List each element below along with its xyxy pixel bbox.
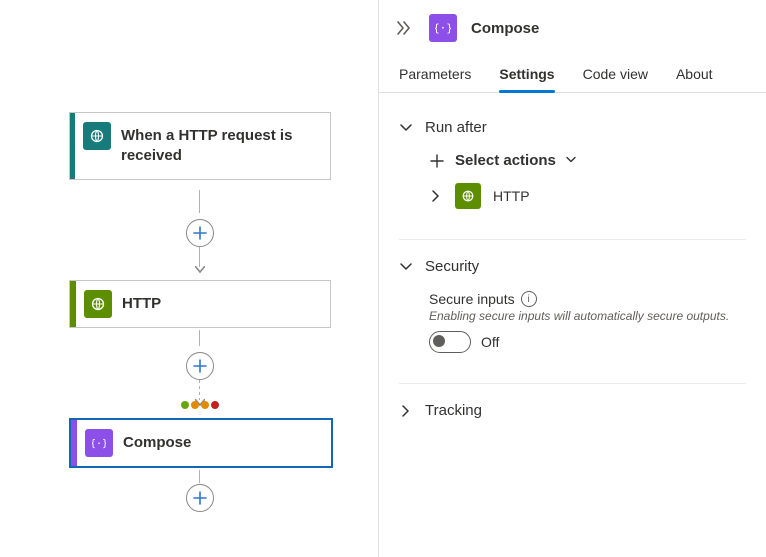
section-heading: Security [425, 258, 479, 275]
node-label: HTTP [122, 281, 173, 327]
secure-inputs-hint: Enabling secure inputs will automaticall… [429, 309, 746, 323]
node-http[interactable]: HTTP [69, 280, 331, 328]
secure-inputs-label: Secure inputs [429, 291, 515, 307]
chevron-down-icon [399, 121, 413, 135]
secure-inputs-toggle[interactable] [429, 331, 471, 353]
tab-code-view[interactable]: Code view [583, 60, 648, 92]
panel-title: Compose [471, 20, 539, 37]
add-step-button-3[interactable] [186, 484, 214, 512]
section-tracking-toggle[interactable]: Tracking [399, 402, 746, 419]
svg-text:{·}: {·} [92, 439, 106, 450]
node-label: Compose [123, 420, 203, 466]
run-after-status-dots [181, 401, 219, 409]
action-settings-panel: {·} Compose Parameters Settings Code vie… [378, 0, 766, 557]
panel-tabs: Parameters Settings Code view About [379, 60, 766, 93]
add-step-button-1[interactable] [186, 219, 214, 247]
section-heading: Tracking [425, 402, 482, 419]
add-step-button-2[interactable] [186, 352, 214, 380]
run-after-action-label: HTTP [493, 188, 530, 204]
tab-settings[interactable]: Settings [499, 60, 554, 92]
chevron-right-icon [429, 189, 443, 203]
collapse-panel-button[interactable] [393, 17, 415, 39]
run-after-action-row[interactable]: HTTP [429, 183, 746, 209]
tab-about[interactable]: About [676, 60, 713, 92]
compose-icon: {·} [429, 14, 457, 42]
workflow-canvas[interactable]: When a HTTP request is received HTTP {·}… [0, 0, 378, 557]
info-icon[interactable]: i [521, 291, 537, 307]
section-run-after-toggle[interactable]: Run after [399, 119, 746, 136]
select-actions-button[interactable]: Select actions [429, 150, 746, 183]
plus-icon [429, 153, 445, 169]
chevron-down-icon [566, 152, 576, 169]
section-heading: Run after [425, 119, 487, 136]
node-compose[interactable]: {·} Compose [69, 418, 333, 468]
tab-parameters[interactable]: Parameters [399, 60, 471, 92]
section-security-toggle[interactable]: Security [399, 258, 746, 275]
compose-icon: {·} [85, 429, 113, 457]
chevron-down-icon [399, 260, 413, 274]
svg-text:{·}: {·} [435, 22, 451, 35]
node-label: When a HTTP request is received [121, 113, 330, 179]
chevron-right-icon [399, 404, 413, 418]
select-actions-label: Select actions [455, 152, 556, 169]
toggle-state-label: Off [481, 334, 499, 350]
http-trigger-icon [83, 122, 111, 150]
node-trigger[interactable]: When a HTTP request is received [69, 112, 331, 180]
http-action-icon [455, 183, 481, 209]
http-action-icon [84, 290, 112, 318]
